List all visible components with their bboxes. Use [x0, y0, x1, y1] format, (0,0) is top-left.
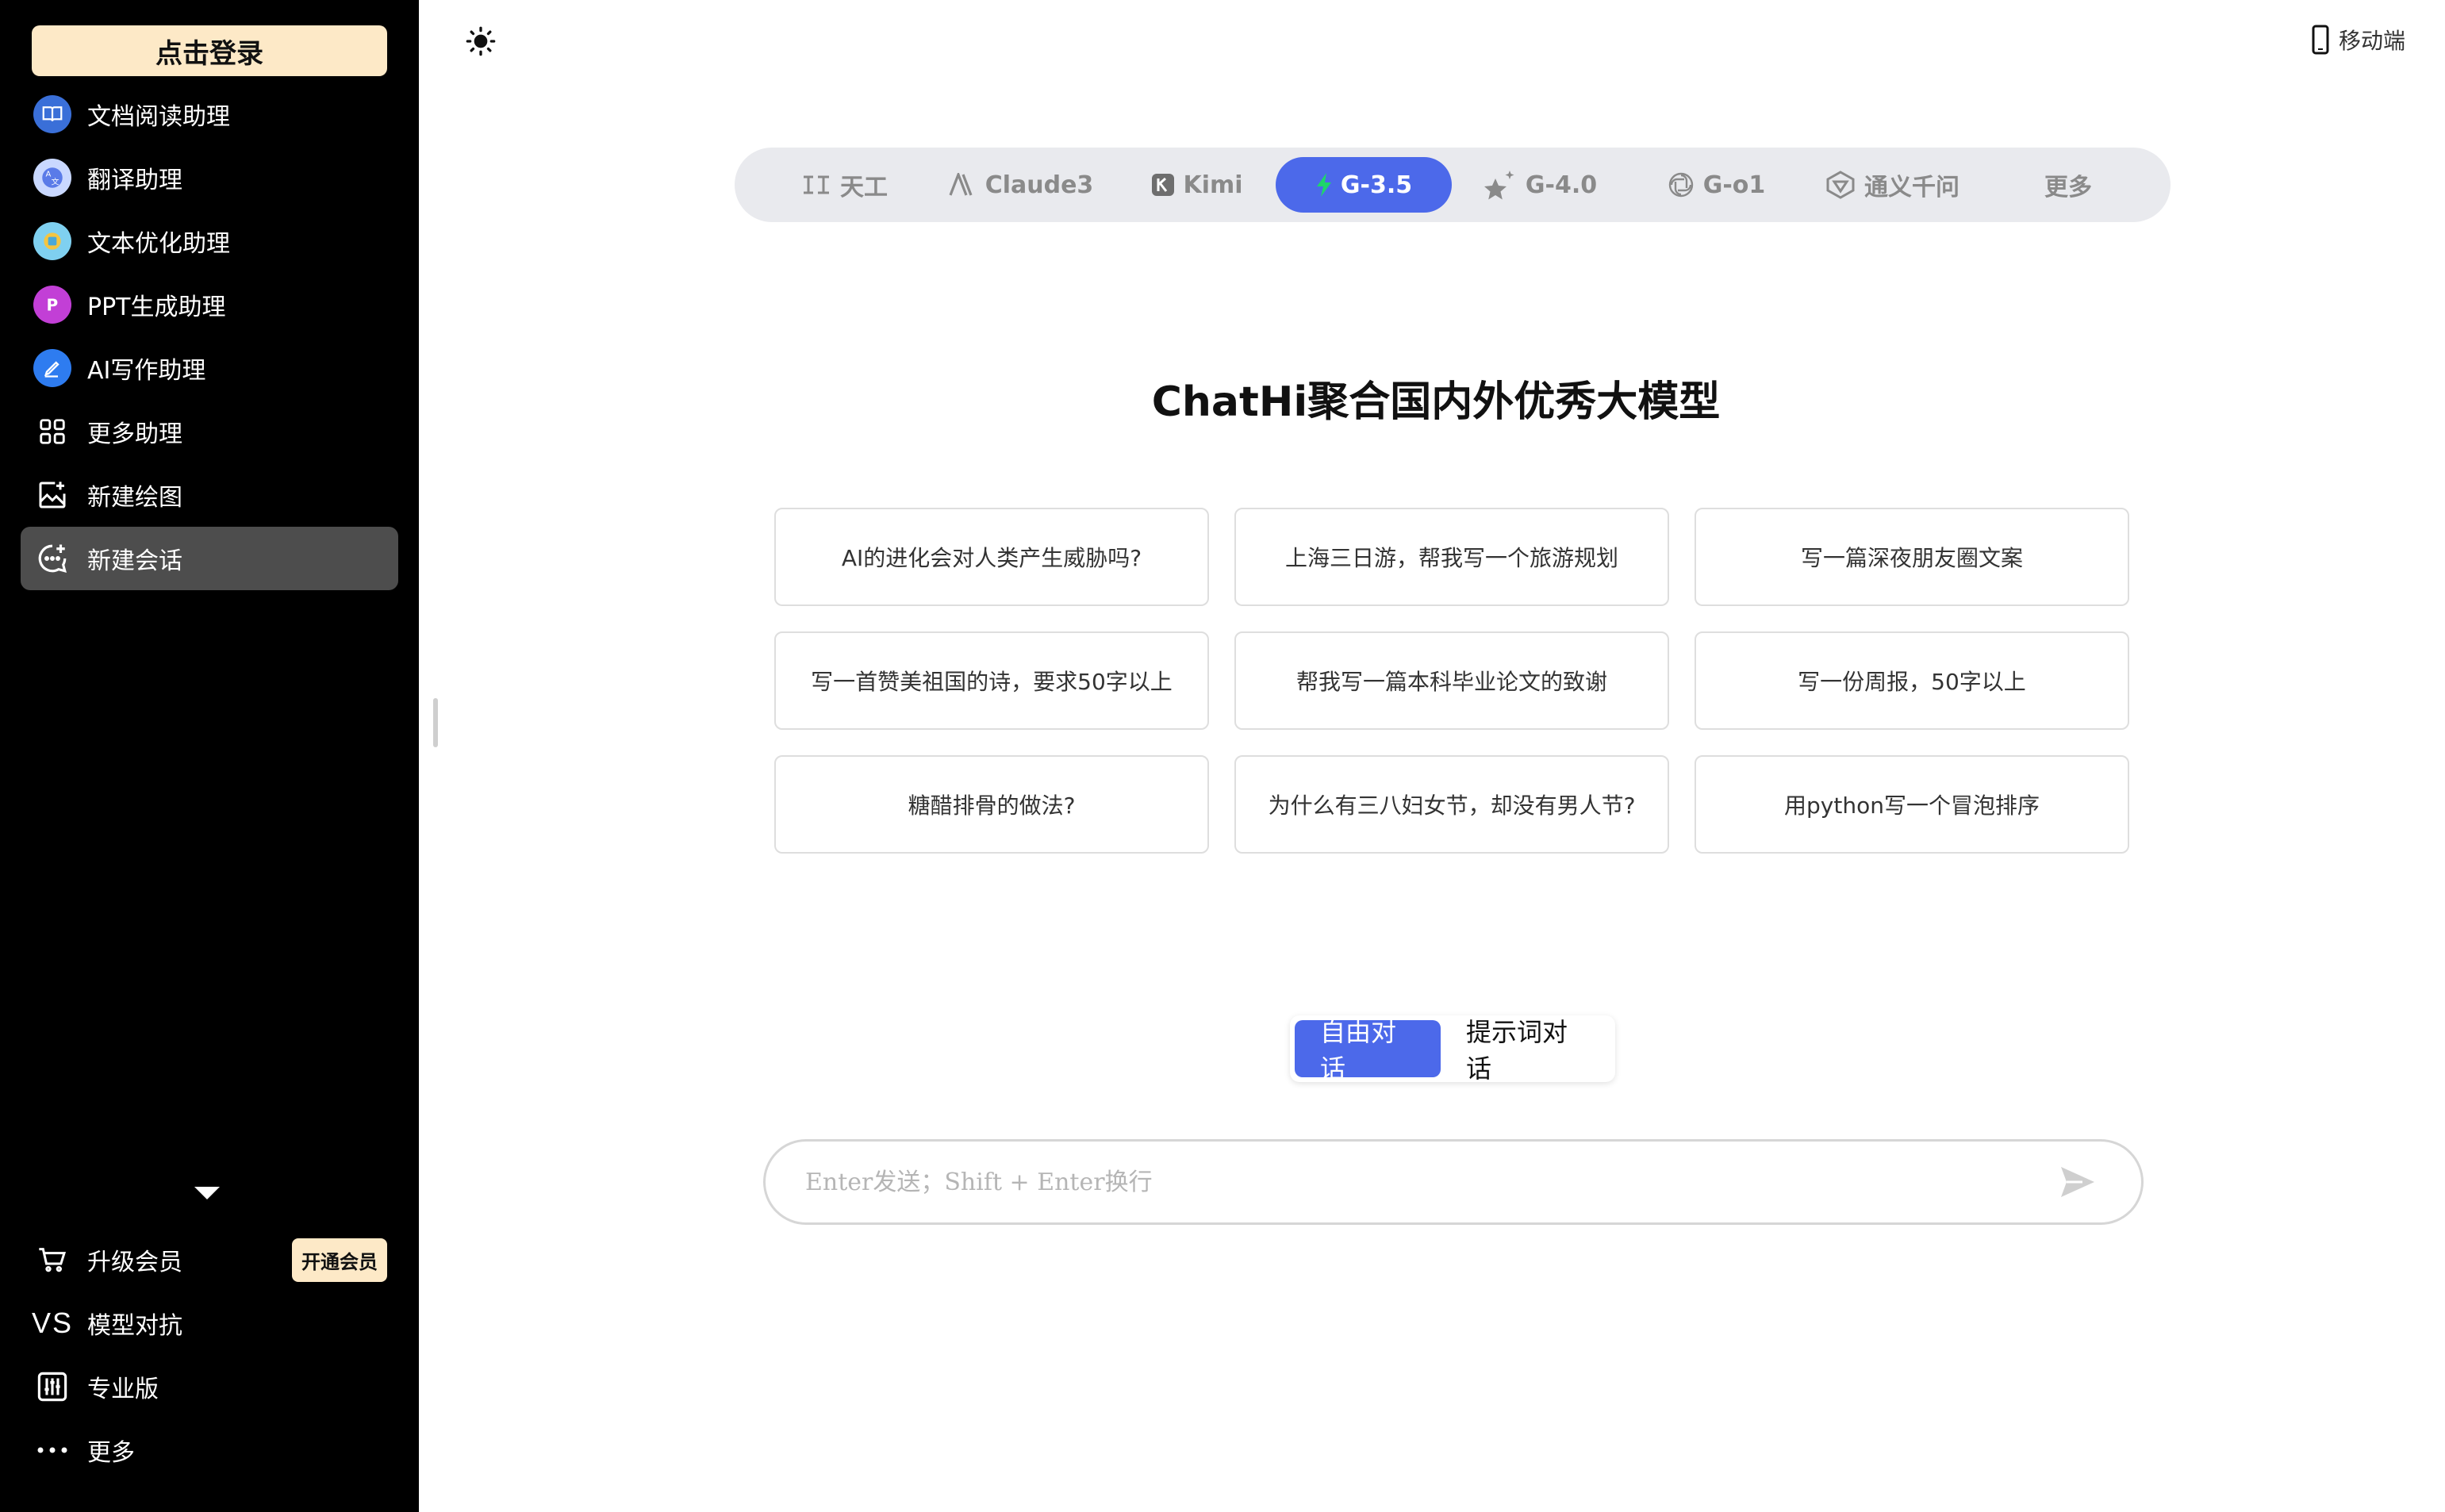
- sidebar-item-new-chat[interactable]: 新建会话: [21, 527, 398, 590]
- sparkle-star-icon: [1483, 169, 1518, 201]
- suggestion-card[interactable]: 写一篇深夜朋友圈文案: [1695, 508, 2129, 606]
- sidebar: 点击登录 文档阅读助理 A文 翻译助理 文本优化助理 P PPT生成助理 AI写…: [0, 0, 419, 1512]
- svg-text:文: 文: [52, 177, 59, 187]
- sidebar-item-label: 升级会员: [87, 1249, 182, 1276]
- sidebar-item-label: PPT生成助理: [87, 294, 226, 321]
- sidebar-item-ai-writing[interactable]: AI写作助理: [21, 336, 398, 400]
- suggestion-card[interactable]: 帮我写一篇本科毕业论文的致谢: [1234, 631, 1669, 730]
- sidebar-item-label: 模型对抗: [87, 1312, 182, 1340]
- sidebar-item-pro[interactable]: 专业版: [21, 1355, 398, 1418]
- tab-tongyi[interactable]: 通义千问: [1804, 157, 1980, 213]
- tab-kimi[interactable]: Kimi: [1109, 157, 1285, 213]
- image-add-icon: [33, 476, 71, 514]
- sidebar-item-new-drawing[interactable]: 新建绘图: [21, 463, 398, 527]
- tab-label: G-o1: [1702, 171, 1766, 199]
- sidebar-item-doc-reading[interactable]: 文档阅读助理: [21, 83, 398, 146]
- tab-g40[interactable]: G-4.0: [1452, 157, 1628, 213]
- suggestion-card[interactable]: 写一份周报，50字以上: [1695, 631, 2129, 730]
- mobile-label: 移动端: [2339, 28, 2406, 54]
- suggestion-card[interactable]: 上海三日游，帮我写一个旅游规划: [1234, 508, 1669, 606]
- free-chat-button[interactable]: 自由对话: [1295, 1017, 1441, 1084]
- svg-text:P: P: [47, 296, 59, 315]
- suggestion-card[interactable]: 用python写一个冒泡排序: [1695, 755, 2129, 854]
- sliders-icon: [33, 1368, 71, 1406]
- book-icon: [33, 95, 71, 133]
- openai-icon: [1667, 171, 1695, 199]
- tongyi-icon: [1825, 171, 1856, 199]
- sidebar-item-label: 更多: [87, 1439, 135, 1467]
- sidebar-item-label: 专业版: [87, 1376, 159, 1403]
- chat-mode-toggle: 自由对话 提示词对话: [1290, 1015, 1615, 1084]
- cart-icon: [33, 1241, 71, 1279]
- send-icon[interactable]: [2054, 1158, 2101, 1206]
- phone-icon: [2312, 25, 2329, 55]
- sidebar-item-label: AI写作助理: [87, 357, 206, 385]
- sidebar-item-label: 新建绘图: [87, 484, 182, 512]
- translate-icon: A文: [33, 159, 71, 197]
- sidebar-item-upgrade[interactable]: 升级会员 开通会员: [21, 1228, 398, 1291]
- sidebar-item-more-assistants[interactable]: 更多助理: [21, 400, 398, 463]
- tab-label: Claude3: [985, 171, 1094, 199]
- model-tabs: 天工 Claude3 Kimi G-3.5 G-4.0 G-o1 通义千问 更多: [735, 148, 2171, 222]
- text-optimize-icon: [33, 222, 71, 260]
- sidebar-bottom-nav: 升级会员 开通会员 VS 模型对抗 专业版 更多: [21, 1228, 398, 1482]
- prompt-chat-button[interactable]: 提示词对话: [1441, 1017, 1610, 1084]
- ppt-icon: P: [33, 286, 71, 324]
- sidebar-resize-handle[interactable]: [433, 698, 438, 747]
- sidebar-nav: 文档阅读助理 A文 翻译助理 文本优化助理 P PPT生成助理 AI写作助理 更…: [21, 83, 398, 590]
- suggestion-card[interactable]: 糖醋排骨的做法?: [774, 755, 1209, 854]
- more-dots-icon: [33, 1431, 71, 1469]
- sidebar-item-model-battle[interactable]: VS 模型对抗: [21, 1291, 398, 1355]
- suggestion-card[interactable]: 写一首赞美祖国的诗，要求50字以上: [774, 631, 1209, 730]
- login-button[interactable]: 点击登录: [32, 25, 387, 76]
- sidebar-item-label: 文本优化助理: [87, 230, 230, 258]
- vs-icon: VS: [31, 1307, 74, 1339]
- tab-label: 更多: [2044, 174, 2092, 201]
- pen-icon: [33, 349, 71, 387]
- tab-label: Kimi: [1183, 171, 1243, 199]
- sidebar-item-ppt[interactable]: P PPT生成助理: [21, 273, 398, 336]
- tab-g35[interactable]: G-3.5: [1276, 157, 1452, 213]
- svg-text:A: A: [46, 171, 52, 179]
- page-title: ChatHi聚合国内外优秀大模型: [1151, 378, 1721, 426]
- sidebar-item-label: 翻译助理: [87, 167, 182, 194]
- sun-icon[interactable]: [465, 25, 497, 57]
- chat-input-container: [763, 1139, 2144, 1225]
- app-root: 点击登录 文档阅读助理 A文 翻译助理 文本优化助理 P PPT生成助理 AI写…: [0, 0, 2445, 1512]
- sidebar-item-text-optimize[interactable]: 文本优化助理: [21, 209, 398, 273]
- tab-label: 天工: [840, 174, 888, 201]
- tab-claude3[interactable]: Claude3: [933, 157, 1109, 213]
- tiangong-icon: [802, 174, 832, 196]
- sidebar-item-translate[interactable]: A文 翻译助理: [21, 146, 398, 209]
- suggestion-card[interactable]: AI的进化会对人类产生威胁吗?: [774, 508, 1209, 606]
- tab-label: 通义千问: [1864, 174, 1959, 201]
- suggestion-card[interactable]: 为什么有三八妇女节，却没有男人节?: [1234, 755, 1669, 854]
- bolt-icon: [1315, 172, 1333, 198]
- kimi-icon: [1151, 173, 1175, 197]
- mobile-link[interactable]: 移动端: [2312, 22, 2405, 57]
- open-vip-badge[interactable]: 开通会员: [292, 1238, 387, 1282]
- sidebar-item-more[interactable]: 更多: [21, 1418, 398, 1482]
- sidebar-item-label: 新建会话: [87, 547, 182, 575]
- tab-label: G-3.5: [1340, 171, 1413, 199]
- tab-tiangong[interactable]: 天工: [757, 157, 933, 213]
- chat-input[interactable]: [805, 1150, 2054, 1214]
- sidebar-item-label: 更多助理: [87, 420, 182, 448]
- chat-add-icon: [33, 539, 71, 578]
- grid-icon: [33, 413, 71, 451]
- sidebar-item-label: 文档阅读助理: [87, 103, 230, 131]
- tab-more[interactable]: 更多: [1980, 157, 2156, 213]
- anthropic-icon: [949, 173, 977, 197]
- tab-go1[interactable]: G-o1: [1628, 157, 1804, 213]
- tab-label: G-4.0: [1525, 171, 1598, 199]
- collapse-caret-icon[interactable]: [194, 1187, 220, 1199]
